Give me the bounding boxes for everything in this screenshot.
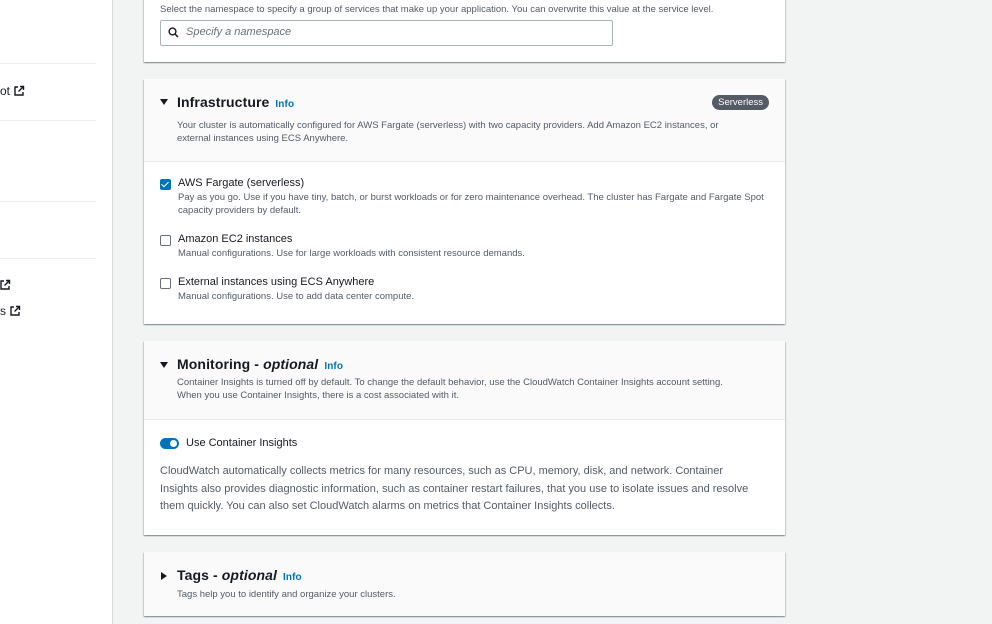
serverless-badge: Serverless [712, 95, 769, 110]
sidebar-divider [0, 258, 96, 259]
ec2-label: Amazon EC2 instances [178, 233, 293, 245]
monitoring-body-text: CloudWatch automatically collects metric… [160, 465, 749, 512]
sidebar-link-label: s [0, 304, 6, 318]
fargate-label: AWS Fargate (serverless) [178, 177, 305, 189]
sidebar-link-external-3[interactable]: s [0, 304, 21, 318]
optional-label: optional [263, 356, 319, 372]
tags-title: Tags - optional Info [177, 567, 302, 583]
infrastructure-header[interactable]: Infrastructure Info Serverless Your clust… [144, 79, 785, 162]
checkbox-checked[interactable] [160, 179, 171, 190]
external-instances-option[interactable]: External instances using ECS Anywhere Ma… [160, 276, 768, 303]
info-link[interactable]: Info [324, 361, 343, 372]
infrastructure-title: Infrastructure Info [177, 94, 294, 110]
monitoring-title: Monitoring - optional Info [177, 356, 343, 372]
checkbox[interactable] [160, 235, 171, 246]
external-link-icon [10, 305, 21, 316]
external-instances-description: Manual configurations. Use to add data c… [178, 291, 415, 302]
sidebar-divider [0, 63, 96, 64]
fargate-description: Pay as you go. Use if you have tiny, bat… [178, 192, 764, 216]
info-link[interactable]: Info [283, 572, 302, 583]
infrastructure-description: Your cluster is automatically configured… [177, 120, 719, 144]
tags-title-text: Tags - [177, 567, 222, 583]
namespace-description: Select the namespace to specify a group … [160, 4, 714, 15]
sidebar-link-label: ot [0, 84, 11, 98]
tags-panel: Tags - optional Info Tags help you to ide… [144, 552, 785, 616]
infrastructure-title-text: Infrastructure [177, 94, 270, 110]
sidebar-divider [0, 201, 96, 202]
caret-down-icon[interactable] [160, 99, 168, 105]
monitoring-description: Container Insights is turned off by defa… [177, 377, 723, 401]
tags-header[interactable]: Tags - optional Info Tags help you to ide… [144, 552, 785, 616]
search-icon [168, 27, 179, 38]
checkbox[interactable] [160, 278, 171, 289]
monitoring-body: Use Container Insights CloudWatch automa… [144, 419, 785, 535]
fargate-option[interactable]: AWS Fargate (serverless) Pay as you go. … [160, 177, 768, 217]
monitoring-title-text: Monitoring - [177, 356, 264, 372]
monitoring-panel: Monitoring - optional Info Container Insi… [144, 341, 785, 535]
namespace-search-input[interactable] [160, 20, 613, 46]
external-link-icon [0, 279, 11, 290]
sidebar-link-external-1[interactable]: ot [0, 84, 25, 98]
sidebar-link-external-2[interactable] [0, 279, 11, 291]
monitoring-header[interactable]: Monitoring - optional Info Container Insi… [144, 341, 785, 420]
namespace-field[interactable] [186, 24, 596, 40]
optional-label: optional [221, 567, 278, 583]
sidebar: ot s [0, 0, 113, 624]
caret-down-icon[interactable] [160, 362, 168, 368]
sidebar-divider [0, 120, 96, 121]
ec2-description: Manual configurations. Use for large wor… [178, 248, 525, 259]
caret-right-icon[interactable] [161, 572, 167, 580]
toggle-label: Use Container Insights [186, 437, 298, 449]
external-link-icon [14, 85, 25, 96]
container-insights-toggle[interactable] [160, 438, 179, 449]
tags-description: Tags help you to identify and organize y… [177, 589, 396, 600]
infrastructure-panel: Infrastructure Info Serverless Your clust… [144, 79, 785, 324]
external-instances-label: External instances using ECS Anywhere [178, 276, 375, 288]
info-link[interactable]: Info [275, 99, 294, 110]
ec2-option[interactable]: Amazon EC2 instances Manual configuratio… [160, 233, 768, 260]
namespace-panel: Select the namespace to specify a group … [144, 0, 785, 62]
